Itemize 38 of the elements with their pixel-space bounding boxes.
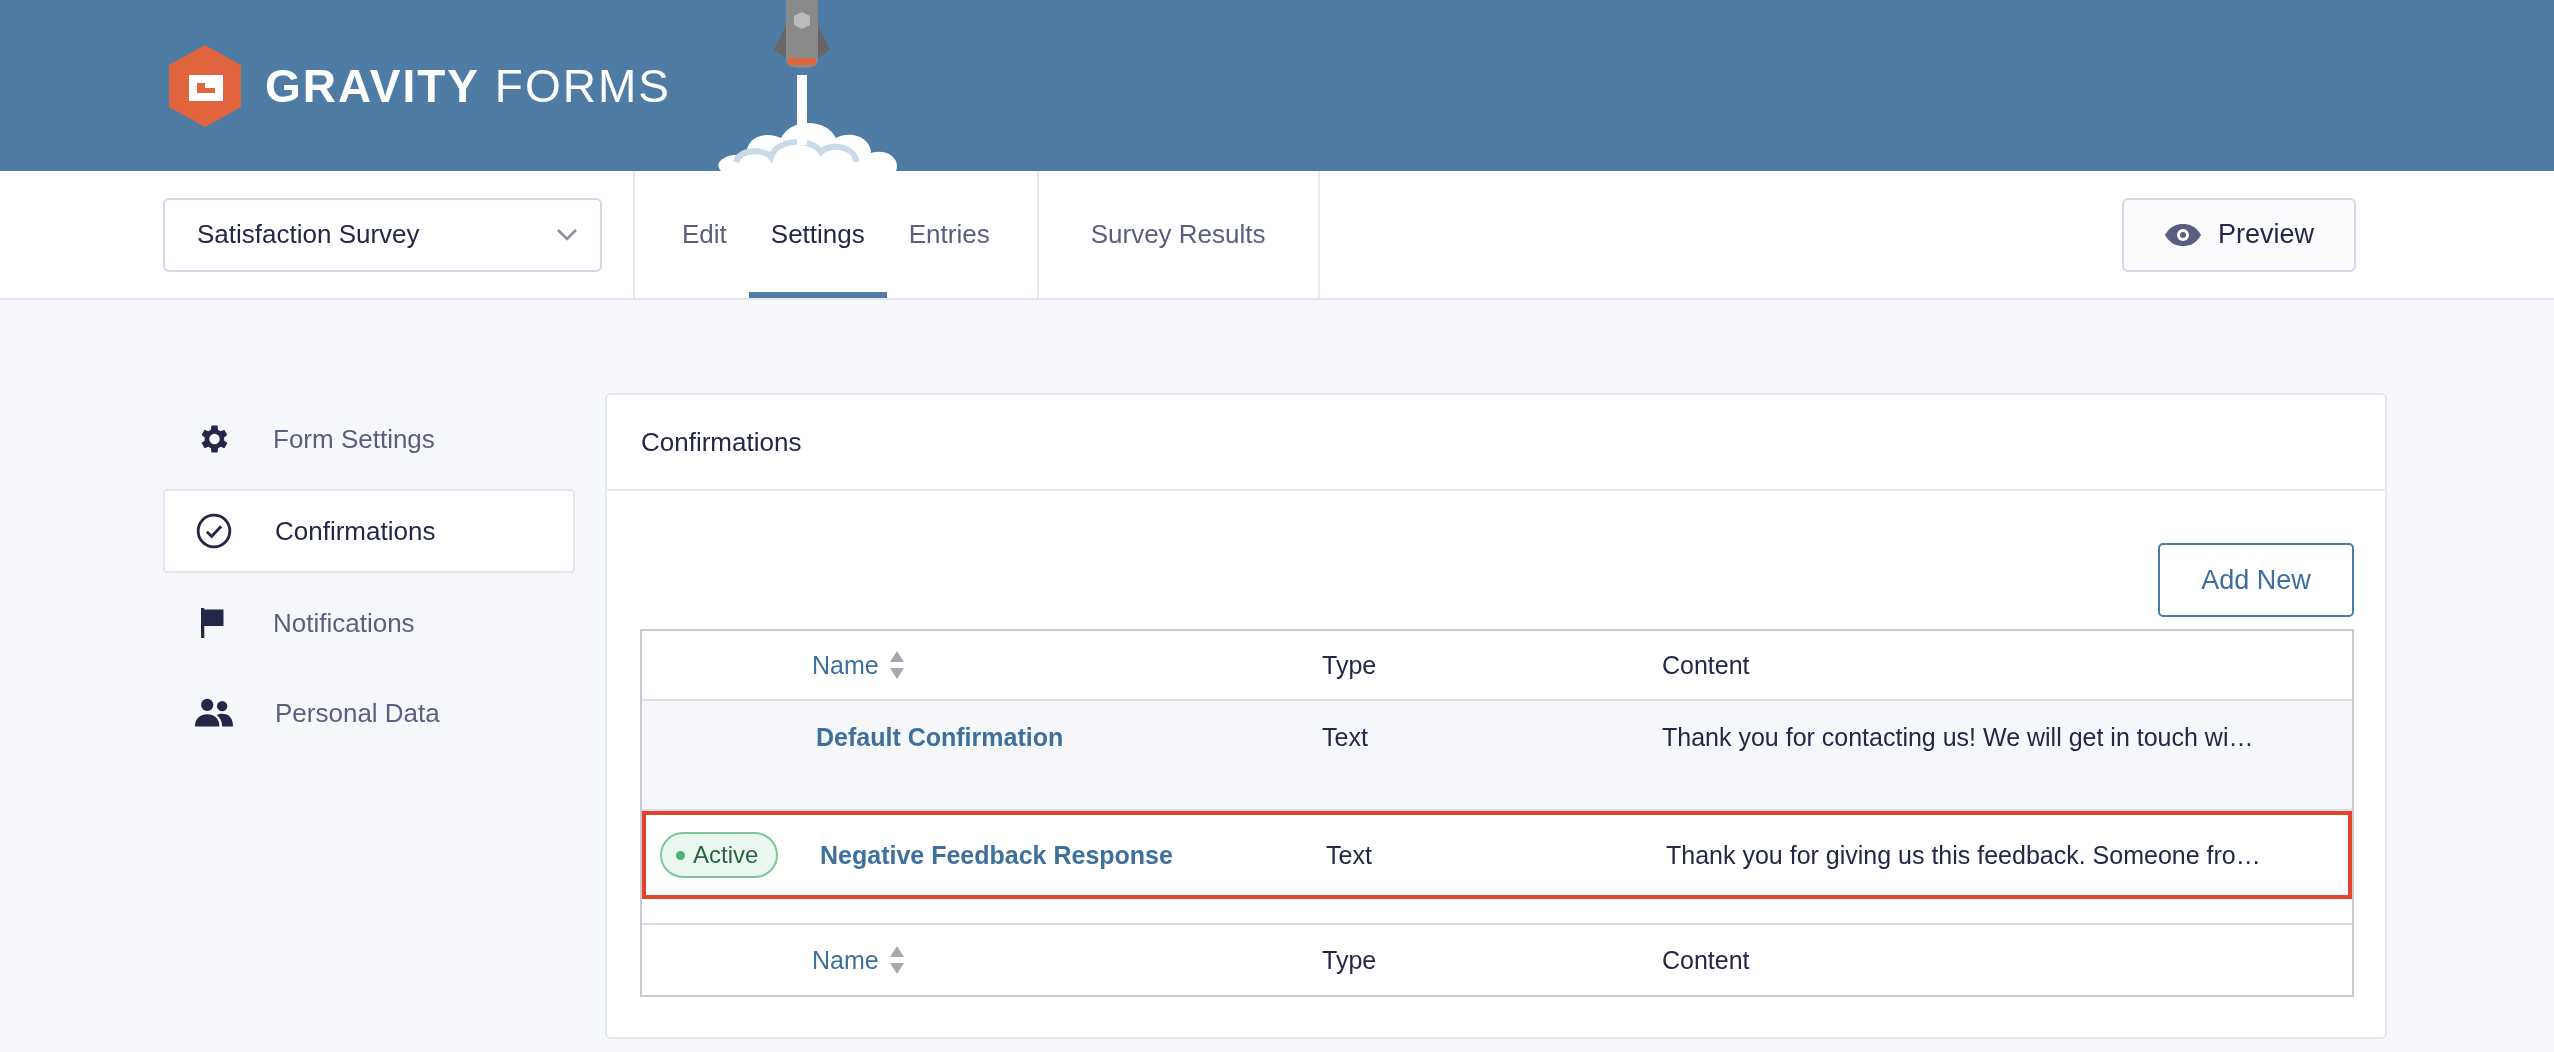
column-header[interactable]: Name (812, 945, 879, 975)
column-header: Content (1662, 650, 1751, 680)
nav-tab[interactable]: Edit (660, 171, 749, 298)
column-header: Type (1322, 945, 1378, 975)
sidebar-label: Personal Data (275, 697, 440, 729)
sidebar-label: Notifications (273, 607, 415, 639)
column-header: Type (1322, 650, 1378, 680)
sidebar-item[interactable]: Form Settings (163, 399, 575, 479)
eye-icon (2164, 222, 2202, 247)
sort-icon[interactable] (888, 650, 905, 680)
form-select[interactable]: Satisfaction Survey (163, 197, 602, 272)
sidebar-item[interactable]: Confirmations (163, 489, 575, 573)
confirmation-link[interactable]: Negative Feedback Response (806, 840, 1326, 870)
sidebar-item[interactable]: Personal Data (163, 673, 575, 753)
sort-column-header[interactable]: Name (802, 650, 1322, 680)
panel-title: Confirmations (607, 395, 2385, 491)
table-cell-text: Thank you for contacting us! We will get in touch wi… (1662, 723, 2255, 752)
add-new-button[interactable]: Add New (2158, 543, 2354, 617)
sidebar-label: Confirmations (275, 515, 436, 547)
status-badge: Active (660, 832, 779, 878)
column-header: Content (1662, 945, 1751, 975)
sidebar-label: Form Settings (273, 423, 435, 455)
sidebar-item[interactable]: Notifications (163, 583, 575, 663)
chevron-down-icon (556, 227, 578, 242)
people-icon (195, 697, 233, 729)
sort-column-header[interactable]: Name (802, 945, 1322, 975)
table-cell-text: Thank you for giving us this feedback. Someone fro… (1666, 840, 2262, 870)
check-circle-icon (195, 512, 233, 550)
nav-tab[interactable]: Survey Results (1068, 171, 1288, 298)
nav-tab[interactable]: Entries (886, 171, 1012, 298)
brand-name: GRAVITY FORMS (265, 58, 671, 113)
table-cell-text: Text (1322, 723, 1369, 752)
table-cell-text: Text (1326, 840, 1373, 870)
preview-button[interactable]: Preview (2122, 197, 2356, 272)
column-header[interactable]: Name (812, 650, 879, 680)
sort-icon[interactable] (888, 945, 905, 975)
confirmation-link[interactable]: Default Confirmation (802, 723, 1322, 752)
nav-tab[interactable]: Settings (748, 171, 887, 298)
